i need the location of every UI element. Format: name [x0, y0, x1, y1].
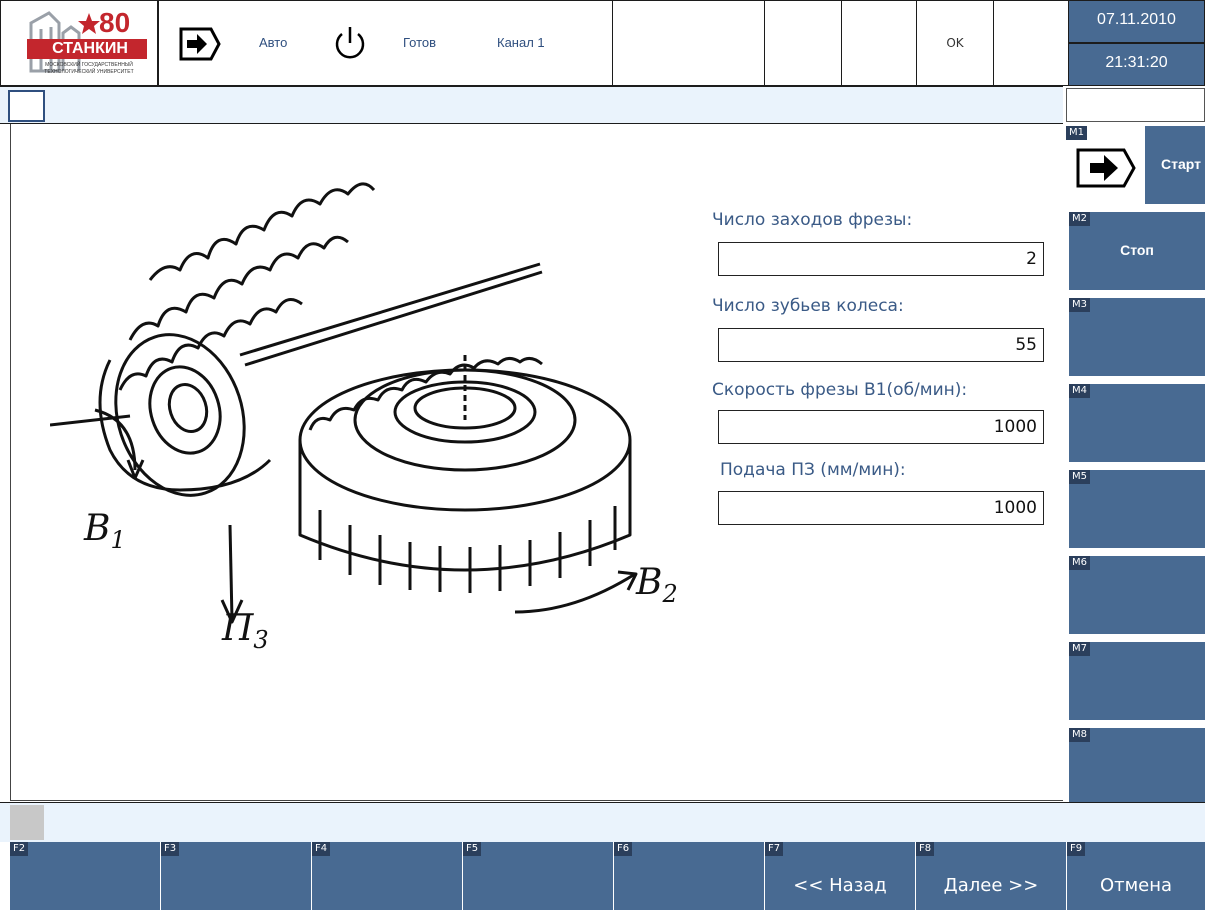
label-b2: B2: [636, 562, 678, 608]
softkey-f6[interactable]: F6: [614, 842, 764, 910]
label-b2-letter: B: [636, 562, 663, 603]
start-label-block: Старт: [1145, 126, 1205, 204]
softkey-f5[interactable]: F5: [463, 842, 613, 910]
gear-hob-illustration: [50, 182, 638, 624]
next-label: Далее >>: [943, 875, 1039, 896]
logo-name: СТАНКИН: [52, 40, 128, 57]
header-cell-empty-3: [841, 0, 917, 86]
time-label: 21:31:20: [1105, 54, 1168, 71]
channel-label: Канал 1: [497, 35, 545, 50]
softkey-f4[interactable]: F4: [312, 842, 462, 910]
softkey-f3[interactable]: F3: [161, 842, 311, 910]
softkey-m3[interactable]: M3: [1069, 298, 1205, 376]
power-icon: [325, 21, 375, 67]
softkey-m6-tag: M6: [1069, 556, 1090, 570]
softkey-f8-tag: F8: [916, 842, 935, 856]
back-label: << Назад: [793, 875, 887, 896]
softkey-m3-tag: M3: [1069, 298, 1090, 312]
softkey-m6[interactable]: M6: [1069, 556, 1205, 634]
softkey-f2-tag: F2: [10, 842, 29, 856]
wheel-teeth-field[interactable]: 55: [718, 328, 1044, 362]
bottom-status-bar: [0, 802, 1205, 842]
hob-starts-label: Число заходов фрезы:: [712, 210, 913, 230]
softkey-m4-tag: M4: [1069, 384, 1090, 398]
logo-tagline-1: МОСКОВСКИЙ ГОСУДАРСТВЕННЫЙ: [45, 62, 133, 68]
softkey-m2-tag: M2: [1069, 212, 1090, 226]
bottom-status-indicator: [10, 805, 44, 840]
softkey-m7-tag: M7: [1069, 642, 1090, 656]
softkey-m5-tag: M5: [1069, 470, 1090, 484]
softkey-m2-stop[interactable]: M2 Стоп: [1069, 212, 1205, 290]
softkey-f7-back[interactable]: F7 << Назад: [765, 842, 915, 910]
header-cell-empty-4: [993, 0, 1069, 86]
status-label: Готов: [403, 35, 437, 50]
message-input[interactable]: [1066, 88, 1205, 122]
softkey-m7[interactable]: M7: [1069, 642, 1205, 720]
ok-label: OK: [946, 36, 964, 50]
header-ok-cell: OK: [916, 0, 994, 86]
date-panel: 07.11.2010: [1068, 0, 1205, 43]
wheel-teeth-label: Число зубьев колеса:: [712, 296, 904, 316]
softkey-f9-cancel[interactable]: F9 Отмена: [1067, 842, 1205, 910]
softkey-m1-tag: M1: [1066, 126, 1087, 140]
message-bar: [0, 86, 1063, 124]
softkey-m4[interactable]: M4: [1069, 384, 1205, 462]
hob-starts-field[interactable]: 2: [718, 242, 1044, 276]
feed-rate-field[interactable]: 1000: [718, 491, 1044, 525]
softkey-m8[interactable]: M8: [1069, 728, 1205, 802]
logo-box: 80 СТАНКИН МОСКОВСКИЙ ГОСУДАРСТВЕННЫЙ ТЕ…: [0, 0, 158, 86]
label-b2-sub: 2: [662, 580, 678, 609]
start-label: Старт: [1161, 156, 1201, 172]
arrow-right-icon: [175, 21, 225, 67]
label-b1-sub: 1: [110, 526, 126, 555]
mode-status-panel: Авто Готов Канал 1: [158, 0, 613, 86]
date-label: 07.11.2010: [1097, 11, 1176, 28]
hob-speed-label: Скорость фрезы В1(об/мин):: [712, 380, 968, 400]
softkey-m8-tag: M8: [1069, 728, 1090, 742]
label-b1: B1: [84, 508, 126, 554]
stop-label: Стоп: [1120, 242, 1154, 258]
header-cell-empty-1: [612, 0, 765, 86]
label-p3-sub: 3: [253, 626, 269, 655]
time-panel: 21:31:20: [1068, 43, 1205, 86]
feed-rate-label: Подача ПЗ (мм/мин):: [720, 460, 906, 480]
softkey-f5-tag: F5: [463, 842, 482, 856]
softkey-f4-tag: F4: [312, 842, 331, 856]
header-cell-empty-2: [764, 0, 842, 86]
softkey-m1-start[interactable]: M1 Старт: [1066, 126, 1205, 204]
mode-label: Авто: [259, 35, 288, 50]
logo-number: 80: [99, 7, 131, 38]
label-p3: П3: [222, 608, 269, 654]
hob-speed-field[interactable]: 1000: [718, 410, 1044, 444]
message-indicator: [8, 90, 45, 122]
label-b1-letter: B: [84, 508, 111, 549]
arrow-right-icon: [1072, 140, 1142, 196]
cancel-label: Отмена: [1099, 875, 1173, 896]
logo-tagline-2: ТЕХНОЛОГИЧЕСКИЙ УНИВЕРСИТЕТ: [44, 69, 134, 75]
softkey-f7-tag: F7: [765, 842, 784, 856]
softkey-f2[interactable]: F2: [10, 842, 160, 910]
softkey-f9-tag: F9: [1067, 842, 1086, 856]
softkey-f6-tag: F6: [614, 842, 633, 856]
softkey-f3-tag: F3: [161, 842, 180, 856]
softkey-f8-next[interactable]: F8 Далее >>: [916, 842, 1066, 910]
softkey-m5[interactable]: M5: [1069, 470, 1205, 548]
label-p3-letter: П: [222, 608, 254, 649]
